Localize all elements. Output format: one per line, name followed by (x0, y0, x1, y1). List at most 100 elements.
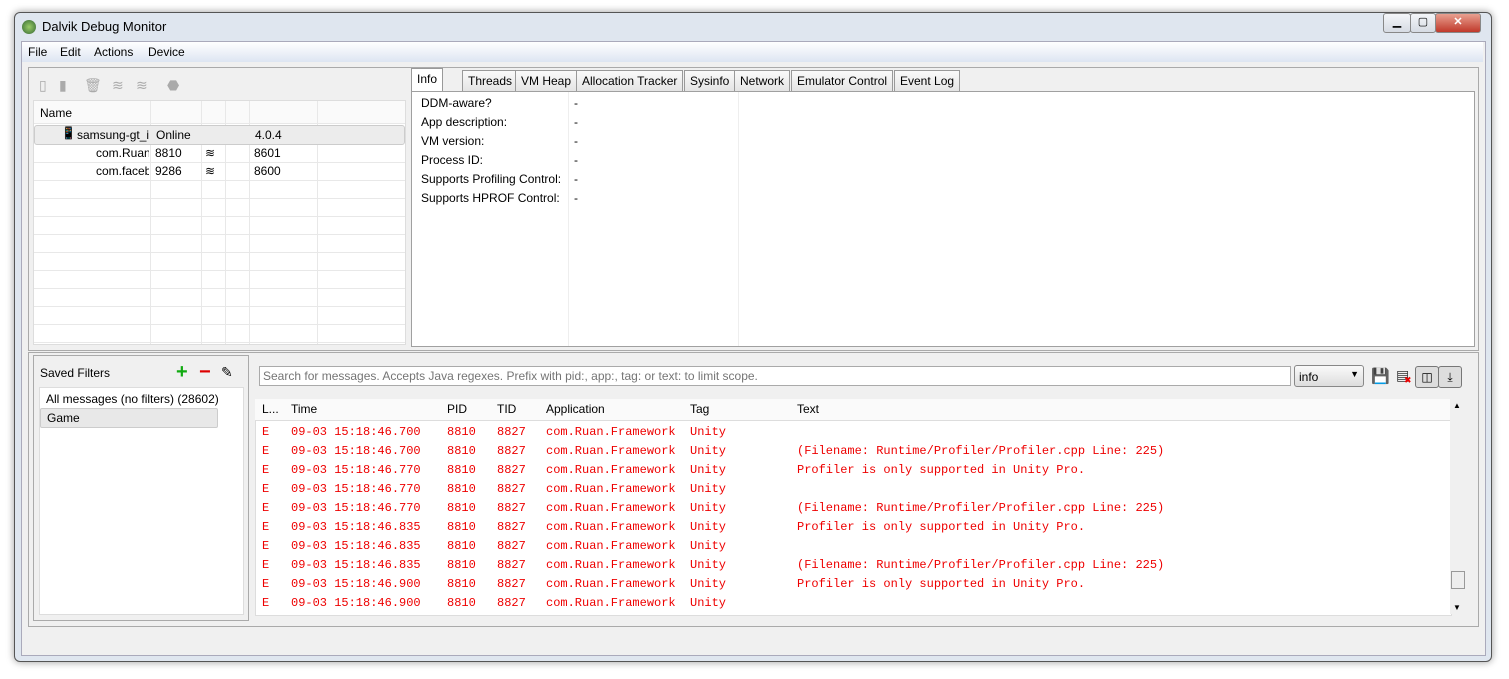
tab-event-log[interactable]: Event Log (894, 70, 961, 91)
log-tag: Unity (690, 596, 727, 610)
process-row[interactable]: com.faceb 9286 ≋ 8600 (34, 162, 405, 181)
log-text: Profiler is only supported in Unity Pro. (797, 577, 1086, 591)
log-l: E (262, 463, 270, 477)
log-time: 09-03 15:18:46.900 (291, 596, 421, 610)
filter-item-all[interactable]: All messages (no filters) (28602) (46, 392, 219, 406)
log-pid: 8810 (447, 501, 476, 515)
column-pid[interactable]: PID (447, 402, 467, 416)
log-l: E (262, 577, 270, 591)
log-l: E (262, 482, 270, 496)
log-tid: 8827 (497, 444, 526, 458)
log-app: com.Ruan.Framework (546, 577, 676, 591)
chevron-down-icon: ▼ (1350, 369, 1359, 379)
column-time[interactable]: Time (291, 402, 317, 416)
log-time: 09-03 15:18:46.900 (291, 577, 421, 591)
info-value: - (574, 172, 578, 186)
stop-icon[interactable]: ⬣ (167, 77, 179, 94)
phone-icon: 📱 (61, 126, 76, 140)
tab-network[interactable]: Network (734, 70, 791, 91)
tab-info[interactable]: Info (411, 68, 444, 91)
tab-emulator-control[interactable]: Emulator Control (791, 70, 894, 91)
device-version: 4.0.4 (255, 128, 282, 142)
log-tid: 8827 (497, 425, 526, 439)
column-name[interactable]: Name (40, 106, 72, 120)
process-row[interactable]: com.Ruan 8810 ≋ 8601 (34, 144, 405, 163)
tab-sysinfo[interactable]: Sysinfo (684, 70, 736, 91)
log-tag: Unity (690, 501, 727, 515)
column-tag[interactable]: Tag (690, 402, 709, 416)
log-level-select[interactable]: info ▼ (1294, 365, 1364, 387)
device-table: Name 📱 samsung-gt_i Online 4.0.4 com.Rua… (33, 100, 406, 345)
log-time: 09-03 15:18:46.770 (291, 482, 421, 496)
info-label: VM version: (421, 134, 485, 148)
log-pid: 8810 (447, 596, 476, 610)
log-text: Profiler is only supported in Unity Pro. (797, 520, 1086, 534)
close-button[interactable]: ✕ (1435, 13, 1481, 33)
app-icon (22, 20, 36, 34)
log-tid: 8827 (497, 539, 526, 553)
gc-icon[interactable]: 🗑 (84, 77, 102, 94)
log-time: 09-03 15:18:46.700 (291, 425, 421, 439)
log-search-input[interactable] (259, 366, 1291, 386)
start-method-profiling-icon[interactable]: ≋ (136, 77, 148, 94)
info-value: - (574, 134, 578, 148)
log-scrollbar[interactable]: ▲ ▼ (1450, 399, 1466, 614)
remove-filter-icon[interactable]: − (199, 361, 211, 384)
log-level-value: info (1299, 370, 1319, 384)
process-pid: 9286 (155, 164, 182, 178)
column-level[interactable]: L... (262, 402, 279, 416)
menu-file[interactable]: File (28, 45, 47, 59)
scroll-lock-button[interactable]: ⤓ (1438, 366, 1462, 388)
info-label: App description: (421, 115, 508, 129)
menu-actions[interactable]: Actions (94, 45, 133, 59)
log-app: com.Ruan.Framework (546, 425, 676, 439)
saved-filters-title: Saved Filters (40, 366, 111, 380)
log-pid: 8810 (447, 520, 476, 534)
log-tag: Unity (690, 520, 727, 534)
device-row[interactable]: 📱 samsung-gt_i Online 4.0.4 (34, 125, 405, 145)
info-label: Supports HPROF Control: (421, 191, 560, 205)
menu-device[interactable]: Device (148, 45, 185, 59)
clear-log-icon[interactable]: ▤ ✖ (1396, 367, 1412, 385)
tab-vm-heap[interactable]: VM Heap (515, 70, 578, 91)
process-name: com.Ruan (96, 146, 149, 160)
log-text: (Filename: Runtime/Profiler/Profiler.cpp… (797, 444, 1165, 458)
menu-edit[interactable]: Edit (60, 45, 81, 59)
toggle-filters-button[interactable]: ◫ (1415, 366, 1439, 388)
column-text[interactable]: Text (797, 402, 819, 416)
column-application[interactable]: Application (546, 402, 605, 416)
add-filter-icon[interactable]: + (176, 361, 188, 384)
save-icon[interactable]: 💾 (1371, 367, 1390, 385)
log-l: E (262, 539, 270, 553)
update-threads-icon[interactable]: ≋ (112, 77, 124, 94)
log-tid: 8827 (497, 577, 526, 591)
log-l: E (262, 501, 270, 515)
edit-filter-icon[interactable]: ✎ (221, 364, 233, 381)
tab-threads[interactable]: Threads (462, 70, 519, 91)
bug-icon: ≋ (205, 146, 216, 160)
log-time: 09-03 15:18:46.835 (291, 520, 421, 534)
filter-item-game[interactable]: Game (40, 408, 218, 428)
debug-icon[interactable]: ▯ (39, 77, 47, 94)
log-tag: Unity (690, 463, 727, 477)
column-tid[interactable]: TID (497, 402, 516, 416)
update-heap-icon[interactable]: ▮ (59, 77, 67, 94)
minimize-button[interactable]: ▁ (1383, 13, 1411, 33)
log-time: 09-03 15:18:46.700 (291, 444, 421, 458)
log-table-header: L... Time PID TID Application Tag Text (255, 399, 1450, 421)
log-l: E (262, 425, 270, 439)
log-pid: 8810 (447, 444, 476, 458)
device-name: samsung-gt_i (77, 128, 149, 142)
log-pid: 8810 (447, 539, 476, 553)
log-tid: 8827 (497, 520, 526, 534)
info-label: Process ID: (421, 153, 484, 167)
log-tag: Unity (690, 482, 727, 496)
log-tag: Unity (690, 425, 727, 439)
menu-bar (22, 42, 1483, 62)
log-l: E (262, 596, 270, 610)
log-l: E (262, 558, 270, 572)
tab-allocation-tracker[interactable]: Allocation Tracker (576, 70, 684, 91)
maximize-button[interactable]: ▢ (1410, 13, 1436, 33)
log-text: (Filename: Runtime/Profiler/Profiler.cpp… (797, 501, 1165, 515)
info-value: - (574, 153, 578, 167)
